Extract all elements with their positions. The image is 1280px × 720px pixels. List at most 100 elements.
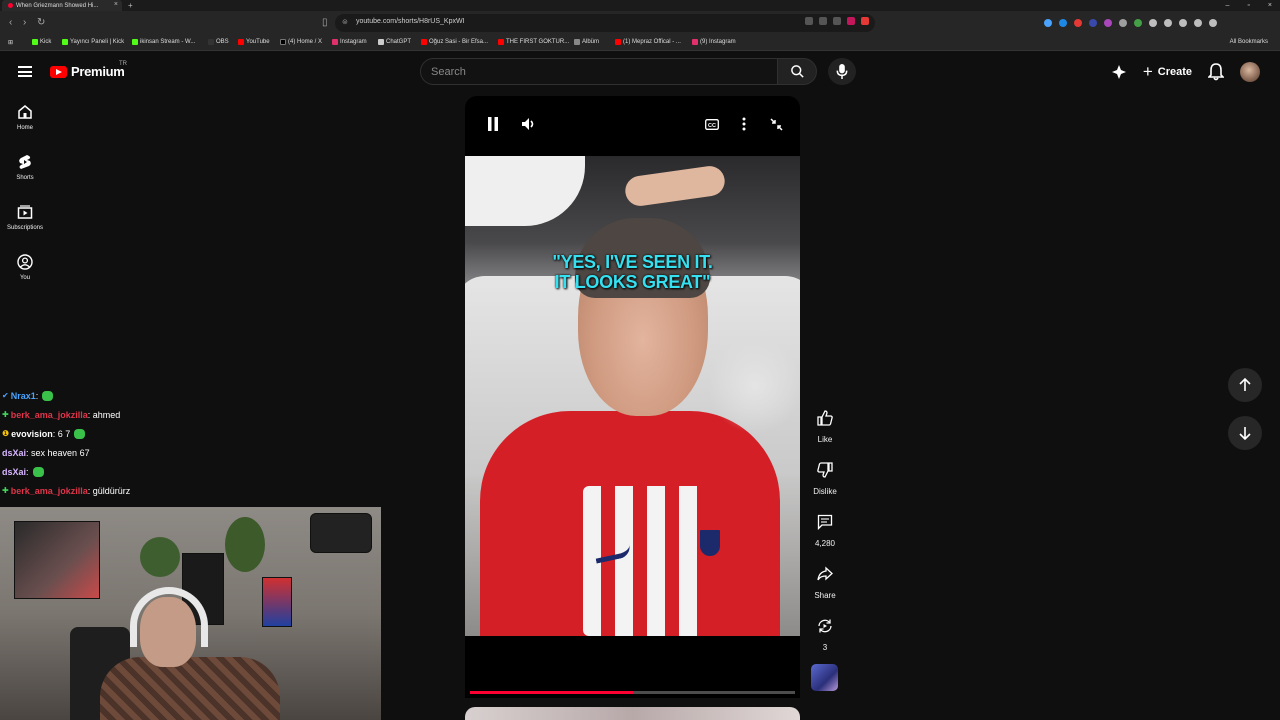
search-input[interactable]: Search bbox=[420, 58, 778, 85]
bookmark-item[interactable]: ikinsan Stream - W... bbox=[132, 39, 195, 45]
adblock-icon[interactable] bbox=[861, 17, 869, 25]
address-bar[interactable]: ⊜ youtube.com/shorts/H8rUS_KpxWI bbox=[335, 14, 875, 32]
extension-icon[interactable] bbox=[1059, 19, 1067, 27]
extensions-bar bbox=[1044, 19, 1217, 27]
avatar[interactable] bbox=[1240, 62, 1260, 82]
rail-item-subscriptions[interactable]: Subscriptions bbox=[0, 200, 50, 250]
install-icon[interactable] bbox=[805, 17, 813, 25]
profile-icon[interactable] bbox=[1194, 19, 1202, 27]
pause-icon bbox=[488, 117, 498, 131]
bookmark-label: Albüm bbox=[582, 39, 600, 45]
youtube-premium-logo[interactable]: Premium TR bbox=[50, 61, 127, 79]
next-short-preview[interactable] bbox=[465, 707, 800, 720]
rail-item-shorts[interactable]: Shorts bbox=[0, 150, 50, 200]
extension-icon[interactable] bbox=[1044, 19, 1052, 27]
all-bookmarks[interactable]: All Bookmarks bbox=[1230, 39, 1268, 45]
bookmark-item[interactable]: Kick bbox=[32, 39, 51, 45]
chat-message: ✚ berk_ama_jokzilla: güldürürz bbox=[0, 481, 380, 500]
rail-item-home[interactable]: Home bbox=[0, 100, 50, 150]
next-short-button[interactable] bbox=[1228, 416, 1262, 450]
remix-button[interactable]: 3 bbox=[805, 610, 845, 662]
menu-icon[interactable] bbox=[18, 66, 32, 77]
browser-tabbar: When Griezmann Showed Hi... × + – ▫ × bbox=[0, 0, 1280, 11]
site-info-icon[interactable]: ⊜ bbox=[342, 18, 348, 26]
search-button[interactable] bbox=[777, 58, 817, 85]
apps-icon[interactable]: ⊞ bbox=[8, 39, 13, 46]
bookmark-favicon-icon bbox=[615, 39, 621, 45]
bookmark-item[interactable]: (9) Instagram bbox=[692, 39, 736, 45]
comment-icon bbox=[817, 514, 833, 530]
bookmark-item[interactable]: (1) Mepraz Offical - ... bbox=[615, 39, 681, 45]
minimize-icon[interactable]: – bbox=[1226, 0, 1230, 11]
chat-user: berk_ama_jokzilla bbox=[10, 409, 88, 420]
emote-icon bbox=[74, 428, 86, 439]
media-icon[interactable] bbox=[1164, 19, 1172, 27]
like-button[interactable]: Like bbox=[805, 402, 845, 454]
collapse-button[interactable] bbox=[766, 114, 786, 134]
arrow-down-icon bbox=[1239, 427, 1251, 440]
rail-item-you[interactable]: You bbox=[0, 250, 50, 300]
voice-search-button[interactable] bbox=[828, 58, 856, 85]
notifications-bell-icon[interactable] bbox=[1208, 63, 1224, 81]
extension-icon[interactable] bbox=[1074, 19, 1082, 27]
chat-user: berk_ama_jokzilla bbox=[10, 485, 88, 496]
pause-button[interactable] bbox=[483, 114, 503, 134]
dislike-button[interactable]: Dislike bbox=[805, 454, 845, 506]
more-options-button[interactable] bbox=[734, 114, 754, 134]
captions-button[interactable]: CC bbox=[702, 114, 722, 134]
shorts-player[interactable]: CC "YES, I'VE SEEN IT. IT LOOKS GREAT" bbox=[465, 96, 800, 698]
bookmark-item[interactable]: YouTube bbox=[238, 39, 270, 45]
bookmarks-bar: ⊞ Kick Yayıncı Paneli | Kick ikinsan Str… bbox=[0, 36, 1280, 51]
youtube-header: Premium TR Search + Create bbox=[0, 52, 1280, 92]
bookmark-item[interactable]: Instagram bbox=[332, 39, 367, 45]
bookmark-item[interactable]: OBS bbox=[208, 39, 229, 45]
bookmark-favicon-icon bbox=[378, 39, 384, 45]
zoom-icon[interactable] bbox=[819, 17, 827, 25]
bookmark-favicon-icon bbox=[62, 39, 68, 45]
bookmark-item[interactable]: THE FIRST GOKTUR... bbox=[498, 39, 569, 45]
remix-count: 3 bbox=[822, 643, 828, 652]
share-button[interactable]: Share bbox=[805, 558, 845, 610]
puzzle-icon[interactable] bbox=[1149, 19, 1157, 27]
bookmark-item[interactable]: ChatGPT bbox=[378, 39, 411, 45]
maximize-icon[interactable]: ▫ bbox=[1247, 0, 1249, 11]
progress-bar[interactable] bbox=[470, 691, 795, 694]
extension-icon[interactable] bbox=[1119, 19, 1127, 27]
forward-icon[interactable]: › bbox=[23, 17, 26, 28]
back-icon[interactable]: ‹ bbox=[9, 17, 12, 28]
volume-button[interactable] bbox=[518, 114, 538, 134]
close-window-icon[interactable]: × bbox=[1268, 0, 1272, 11]
extension-icon[interactable] bbox=[1104, 19, 1112, 27]
address-bar-row: ‹ › ↻ ▯ ⊜ youtube.com/shorts/H8rUS_KpxWI bbox=[0, 11, 1280, 36]
extension-icon[interactable] bbox=[1134, 19, 1142, 27]
bookmark-page-icon[interactable]: ▯ bbox=[322, 17, 328, 28]
bookmark-item[interactable]: Albüm bbox=[574, 39, 599, 45]
more-vert-icon bbox=[742, 117, 746, 131]
ai-sparkle-icon[interactable] bbox=[1111, 64, 1127, 80]
thumbs-down-icon bbox=[817, 462, 833, 478]
chat-message: ✚ berk_ama_jokzilla: ahmed bbox=[0, 405, 380, 424]
header-actions: + Create bbox=[1111, 62, 1260, 82]
extension-icon[interactable] bbox=[1089, 19, 1097, 27]
share-icon[interactable] bbox=[833, 17, 841, 25]
menu-icon[interactable] bbox=[1209, 19, 1217, 27]
chat-text: ahmed bbox=[92, 409, 121, 420]
left-rail: Home Shorts Subscriptions You bbox=[0, 100, 50, 300]
new-tab-icon[interactable]: + bbox=[128, 0, 133, 11]
bookmark-item[interactable]: Oğuz Sasi - Bir Efsa... bbox=[421, 39, 488, 45]
bookmark-favicon-icon bbox=[280, 39, 286, 45]
reload-icon[interactable]: ↻ bbox=[37, 17, 45, 28]
bookmark-item[interactable]: (4) Home / X bbox=[280, 39, 322, 45]
sound-thumbnail[interactable] bbox=[811, 664, 838, 691]
bookmark-label: (1) Mepraz Offical - ... bbox=[623, 39, 681, 45]
comments-button[interactable]: 4,280 bbox=[805, 506, 845, 558]
previous-short-button[interactable] bbox=[1228, 368, 1262, 402]
bookmark-label: Oğuz Sasi - Bir Efsa... bbox=[429, 39, 489, 45]
bookmark-item[interactable]: Yayıncı Paneli | Kick bbox=[62, 39, 124, 45]
browser-tab[interactable]: When Griezmann Showed Hi... × bbox=[2, 0, 122, 11]
close-tab-icon[interactable]: × bbox=[114, 1, 118, 8]
create-button[interactable]: + Create bbox=[1143, 63, 1192, 80]
sidebar-icon[interactable] bbox=[1179, 19, 1187, 27]
extension-icon[interactable] bbox=[847, 17, 855, 25]
bookmark-favicon-icon bbox=[238, 39, 244, 45]
